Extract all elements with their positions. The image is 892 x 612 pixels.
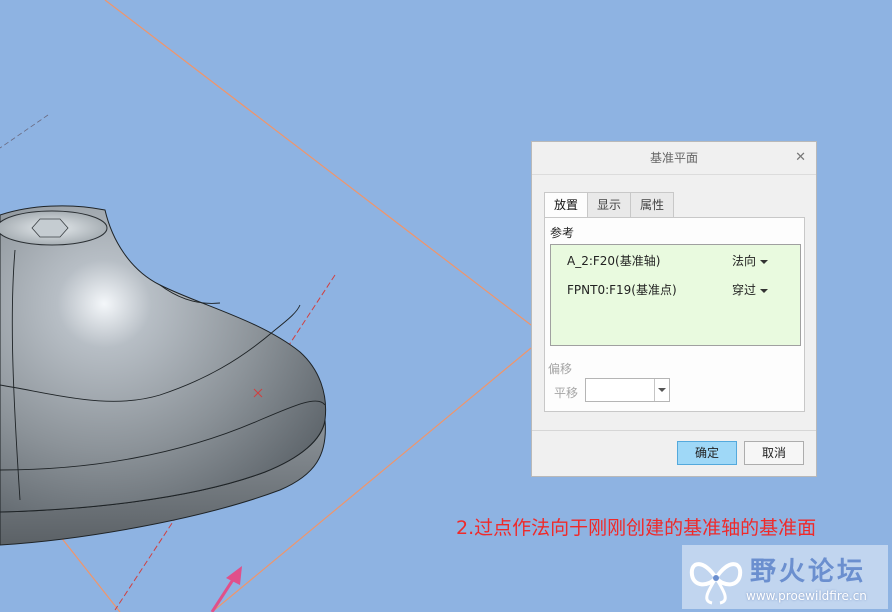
dialog-button-row: 确定 取消	[532, 430, 816, 465]
references-list[interactable]: A_2:F20(基准轴) 法向 FPNT0:F19(基准点) 穿过	[550, 244, 801, 346]
ok-button[interactable]: 确定	[677, 441, 737, 465]
dialog-title: 基准平面	[649, 151, 698, 165]
translation-label: 平移	[554, 386, 579, 400]
placement-panel: 参考 A_2:F20(基准轴) 法向 FPNT0:F19(基准点) 穿过 偏移 …	[544, 217, 805, 412]
references-label: 参考	[550, 226, 575, 240]
constraint-dropdown[interactable]: 法向	[732, 251, 769, 271]
translation-combo[interactable]	[585, 378, 670, 402]
constraint-value: 穿过	[732, 283, 757, 297]
watermark-url: www.proewildfire.cn	[746, 589, 867, 603]
tab-placement[interactable]: 放置	[544, 192, 589, 218]
shoe-model[interactable]	[0, 205, 327, 546]
dropdown-caret-icon	[760, 259, 769, 264]
constraint-value: 法向	[732, 254, 757, 268]
dialog-tabs: 放置 显示 属性	[544, 192, 675, 218]
dropdown-caret-icon	[760, 288, 769, 293]
translation-dropdown-button[interactable]	[654, 379, 669, 401]
dropdown-caret-icon	[658, 388, 666, 392]
datum-axis-old	[0, 114, 49, 149]
watermark-logo-icon	[689, 562, 743, 605]
dialog-title-bar[interactable]: 基准平面 ✕	[532, 142, 816, 175]
close-icon[interactable]: ✕	[795, 142, 806, 174]
reference-name: A_2:F20(基准轴)	[567, 254, 661, 268]
offset-label: 偏移	[548, 362, 573, 376]
datum-plane-dialog: 基准平面 ✕ 放置 显示 属性 参考 A_2:F20(基准轴) 法向 FPNT0…	[531, 141, 817, 477]
tutorial-annotation: 2.过点作法向于刚刚创建的基准轴的基准面	[456, 517, 817, 539]
watermark-title: 野火论坛	[750, 557, 867, 587]
cancel-button[interactable]: 取消	[744, 441, 804, 465]
reference-row[interactable]: FPNT0:F19(基准点) 穿过	[567, 280, 787, 300]
reference-name: FPNT0:F19(基准点)	[567, 283, 677, 297]
constraint-dropdown[interactable]: 穿过	[732, 280, 769, 300]
tab-display[interactable]: 显示	[587, 192, 632, 217]
direction-arrow-icon[interactable]	[210, 566, 242, 612]
forum-watermark: 野火论坛 www.proewildfire.cn	[682, 545, 888, 609]
tab-properties[interactable]: 属性	[630, 192, 675, 217]
reference-row[interactable]: A_2:F20(基准轴) 法向	[567, 251, 787, 271]
